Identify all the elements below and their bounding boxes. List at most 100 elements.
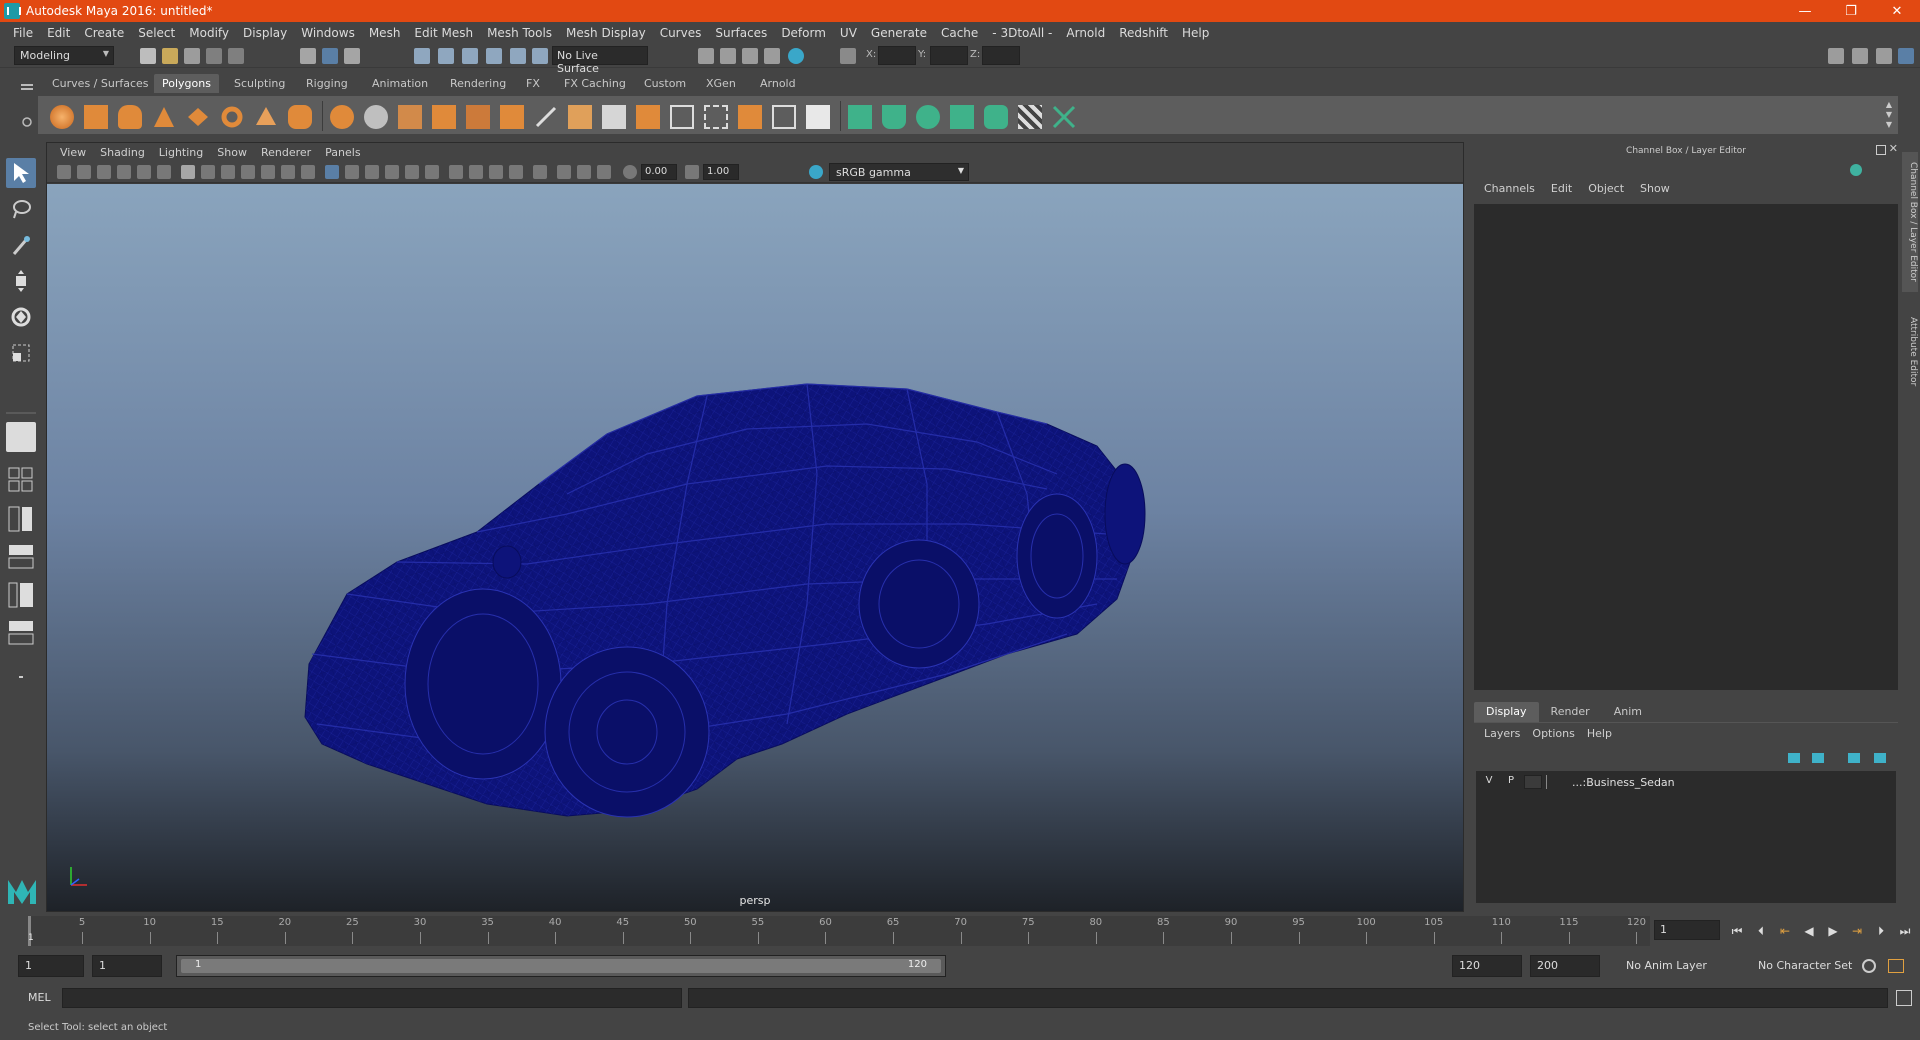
select-objects-icon[interactable]	[322, 48, 338, 64]
xray-components-icon[interactable]	[597, 165, 611, 179]
rotate-tool-icon[interactable]	[6, 302, 36, 332]
anim-layer-dropdown[interactable]: No Anim Layer	[1620, 955, 1750, 977]
menu-create[interactable]: Create	[77, 26, 131, 40]
toolbox-more-icon[interactable]	[6, 662, 36, 692]
menu-edit[interactable]: Edit	[40, 26, 77, 40]
open-scene-icon[interactable]	[162, 48, 178, 64]
xray-icon[interactable]	[557, 165, 571, 179]
uv-editor-icon[interactable]	[1018, 105, 1042, 129]
menu-uv[interactable]: UV	[833, 26, 864, 40]
play-backwards-icon[interactable]: ◀	[1800, 923, 1818, 939]
menu-help[interactable]: Help	[1175, 26, 1216, 40]
render-frame-icon[interactable]	[720, 48, 736, 64]
color-management-icon[interactable]	[809, 165, 823, 179]
undo-icon[interactable]	[206, 48, 222, 64]
wireframe-shading-icon[interactable]	[325, 165, 339, 179]
persp-graph-layout-icon[interactable]	[6, 542, 36, 572]
screen-space-ao-icon[interactable]	[449, 165, 463, 179]
extract-icon[interactable]	[772, 105, 796, 129]
animation-end-field[interactable]: 200	[1530, 955, 1600, 977]
step-back-key-icon[interactable]: ⇤	[1776, 923, 1794, 939]
shelf-tab-rendering[interactable]: Rendering	[442, 74, 514, 93]
close-panel-icon[interactable]: ✕	[1889, 142, 1898, 155]
side-tab-channel-box[interactable]: Channel Box / Layer Editor	[1902, 152, 1918, 292]
safe-action-icon[interactable]	[281, 165, 295, 179]
menu-file[interactable]: File	[6, 26, 40, 40]
separate-icon[interactable]	[364, 105, 388, 129]
extrude-icon[interactable]	[500, 105, 524, 129]
go-to-start-icon[interactable]: ⏮	[1728, 923, 1746, 939]
use-all-lights-icon[interactable]	[405, 165, 419, 179]
shelf-tab-xgen[interactable]: XGen	[698, 74, 744, 93]
hypershade-icon[interactable]	[788, 48, 804, 64]
gate-mask-icon[interactable]	[241, 165, 255, 179]
panel-menu-shading[interactable]: Shading	[93, 146, 152, 159]
range-slider-track[interactable]: 1 120	[176, 955, 946, 977]
range-slider-bar[interactable]: 1 120	[181, 959, 941, 973]
scale-tool-icon[interactable]	[6, 338, 36, 368]
spherical-uv-icon[interactable]	[916, 105, 940, 129]
textured-icon[interactable]	[385, 165, 399, 179]
render-view-icon[interactable]	[698, 48, 714, 64]
menu-select[interactable]: Select	[131, 26, 182, 40]
menu-mesh[interactable]: Mesh	[362, 26, 408, 40]
bookmark-icon[interactable]	[97, 165, 111, 179]
new-layer-selected-icon[interactable]	[1874, 753, 1886, 763]
shelf-tab-sculpting[interactable]: Sculpting	[226, 74, 293, 93]
poly-torus-icon[interactable]	[220, 105, 244, 129]
single-perspective-layout-icon[interactable]	[6, 422, 36, 452]
automatic-uv-icon[interactable]	[950, 105, 974, 129]
move-layer-up-icon[interactable]	[1788, 753, 1800, 763]
cb-menu-edit[interactable]: Edit	[1543, 182, 1580, 200]
grease-pencil-icon[interactable]	[157, 165, 171, 179]
collapse-icon[interactable]	[738, 105, 762, 129]
gamma-icon[interactable]	[685, 165, 699, 179]
channel-box-content[interactable]	[1474, 204, 1898, 690]
cb-menu-show[interactable]: Show	[1632, 182, 1678, 200]
exposure-icon[interactable]	[623, 165, 637, 179]
panel-menu-show[interactable]: Show	[210, 146, 254, 159]
combine-icon[interactable]	[330, 105, 354, 129]
shadows-icon[interactable]	[425, 165, 439, 179]
x-field[interactable]	[878, 46, 916, 65]
paint-select-tool-icon[interactable]	[6, 230, 36, 260]
panel-menu-view[interactable]: View	[53, 146, 93, 159]
animation-preferences-icon[interactable]	[1888, 959, 1904, 973]
attribute-editor-toggle-icon[interactable]	[1852, 48, 1868, 64]
duplicate-face-icon[interactable]	[806, 105, 830, 129]
menu-3dtoall[interactable]: - 3DtoAll -	[985, 26, 1059, 40]
bridge-icon[interactable]	[602, 105, 626, 129]
le-menu-layers[interactable]: Layers	[1478, 727, 1526, 740]
shelf-tab-fx-caching[interactable]: FX Caching	[556, 74, 634, 93]
new-layer-icon[interactable]	[1848, 753, 1860, 763]
shelf-tab-fx[interactable]: FX	[518, 74, 548, 93]
fill-hole-icon[interactable]	[670, 105, 694, 129]
mirror-icon[interactable]	[466, 105, 490, 129]
sedan-wireframe-model[interactable]	[47, 184, 1463, 911]
step-back-frame-icon[interactable]: ⏴	[1752, 923, 1770, 939]
character-set-dropdown[interactable]: No Character Set	[1752, 955, 1872, 977]
field-chart-icon[interactable]	[261, 165, 275, 179]
poly-pyramid-icon[interactable]	[254, 105, 278, 129]
smooth-shading-icon[interactable]	[345, 165, 359, 179]
menu-arnold[interactable]: Arnold	[1059, 26, 1112, 40]
resolution-gate-icon[interactable]	[221, 165, 235, 179]
menu-curves[interactable]: Curves	[653, 26, 709, 40]
layer-color-swatch[interactable]	[1546, 775, 1564, 789]
image-plane-icon[interactable]	[117, 165, 131, 179]
poly-sphere-icon[interactable]	[50, 105, 74, 129]
menu-deform[interactable]: Deform	[774, 26, 833, 40]
layer-playback-toggle[interactable]: P	[1502, 775, 1520, 789]
cylindrical-uv-icon[interactable]	[882, 105, 906, 129]
tool-settings-toggle-icon[interactable]	[1876, 48, 1892, 64]
layer-row[interactable]: V P ...:Business_Sedan	[1476, 773, 1896, 791]
poly-pipe-icon[interactable]	[288, 105, 312, 129]
playback-end-field[interactable]: 120	[1452, 955, 1522, 977]
playback-start-field[interactable]: 1	[92, 955, 162, 977]
redo-icon[interactable]	[228, 48, 244, 64]
snap-curve-icon[interactable]	[438, 48, 454, 64]
planar-uv-icon[interactable]	[848, 105, 872, 129]
grid-toggle-icon[interactable]	[181, 165, 195, 179]
ipr-render-icon[interactable]	[742, 48, 758, 64]
side-tab-attribute-editor[interactable]: Attribute Editor	[1902, 304, 1918, 400]
